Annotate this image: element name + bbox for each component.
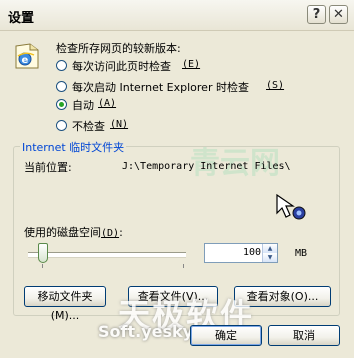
disk-space-input[interactable]: 100 ▲ ▼	[204, 243, 278, 263]
radio-label: 每次访问此页时检查	[72, 60, 171, 73]
disk-space-accel: (D)	[101, 228, 120, 239]
disk-space-value: 100	[242, 247, 261, 258]
radio-accel: (E)	[182, 59, 201, 70]
radio-button-checked[interactable]	[56, 99, 67, 110]
move-folder-button[interactable]: 移动文件夹(M)...	[24, 286, 106, 322]
radio-every-visit[interactable]: 每次访问此页时检查 (E)	[56, 58, 286, 74]
radio-label: 自动	[72, 99, 94, 112]
radio-automatic[interactable]: 自动 (A)	[56, 97, 156, 113]
spin-down-icon[interactable]: ▼	[262, 253, 277, 262]
radio-button[interactable]	[56, 81, 67, 92]
disk-space-label: 使用的磁盘空间(D):	[24, 226, 123, 239]
title-bar	[0, 0, 354, 31]
slider-tick	[183, 264, 184, 268]
ok-button[interactable]: 确定	[190, 325, 262, 346]
radio-accel: (A)	[98, 98, 117, 109]
group-title: Internet 临时文件夹	[20, 139, 127, 155]
radio-button[interactable]	[56, 120, 67, 131]
svg-text:e: e	[22, 55, 29, 66]
slider-tick	[42, 264, 43, 268]
arrow-cursor-icon	[275, 193, 309, 223]
current-location-label: 当前位置:	[24, 161, 72, 174]
cancel-button[interactable]: 取消	[268, 325, 340, 346]
window-title: 设置	[8, 11, 35, 26]
radio-accel: (N)	[110, 119, 129, 130]
current-location-value: J:\Temporary Internet Files\	[122, 161, 291, 172]
disk-space-text: 使用的磁盘空间	[24, 226, 101, 239]
disk-space-unit: MB	[295, 248, 308, 259]
radio-label: 每次启动 Internet Explorer 时检查	[72, 81, 249, 94]
radio-never[interactable]: 不检查 (N)	[56, 118, 156, 134]
radio-accel: (S)	[266, 80, 285, 91]
disk-space-slider-track[interactable]	[28, 252, 186, 257]
disk-space-slider-thumb[interactable]	[38, 243, 48, 263]
check-heading: 检查所存网页的较新版本:	[56, 42, 181, 55]
radio-every-start[interactable]: 每次启动 Internet Explorer 时检查 (S)	[56, 79, 296, 95]
ie-page-icon: e	[12, 42, 42, 70]
help-button[interactable]: ?	[307, 5, 326, 24]
spin-up-icon[interactable]: ▲	[262, 244, 277, 253]
radio-label: 不检查	[72, 120, 105, 133]
radio-button[interactable]	[56, 60, 67, 71]
close-button[interactable]: ✕	[329, 5, 348, 24]
